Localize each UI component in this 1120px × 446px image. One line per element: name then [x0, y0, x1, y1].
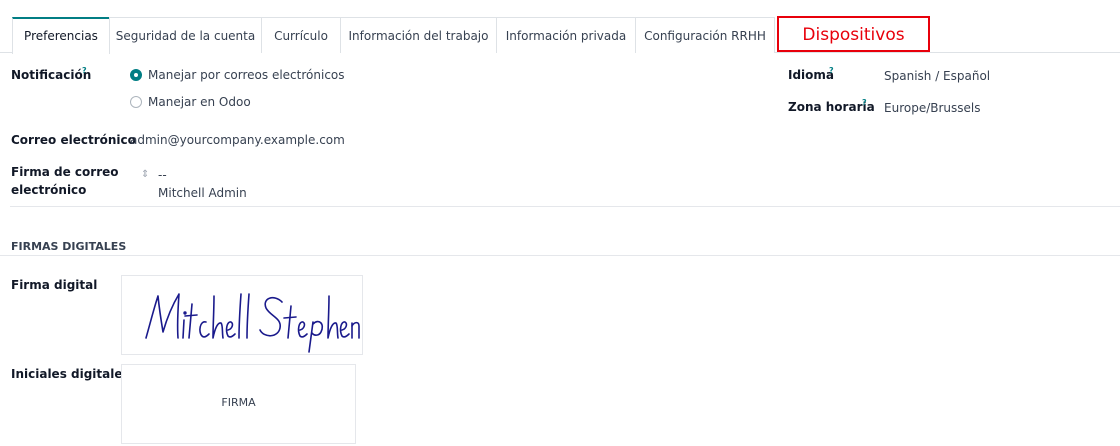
- language-value[interactable]: Spanish / Español: [884, 67, 990, 85]
- signature-label-line2: electrónico: [11, 183, 87, 197]
- signature-dashes[interactable]: --: [158, 166, 167, 184]
- digital-initials-field[interactable]: FIRMA: [121, 364, 356, 444]
- initials-placeholder: FIRMA: [221, 396, 256, 409]
- notification-option-odoo[interactable]: Manejar en Odoo: [148, 93, 251, 111]
- email-label: Correo electrónico: [11, 133, 136, 147]
- radio-email-selected[interactable]: [130, 69, 142, 81]
- separator: [10, 206, 1120, 207]
- signature-label-line1: Firma de correo: [11, 165, 119, 179]
- tab-seguridad-cuenta[interactable]: Seguridad de la cuenta: [109, 17, 262, 53]
- timezone-help-icon[interactable]: ?: [862, 98, 867, 107]
- tab-dispositivos[interactable]: Dispositivos: [777, 16, 930, 52]
- notification-label: Notificación: [11, 68, 92, 82]
- notification-help-icon[interactable]: ?: [82, 66, 87, 75]
- drag-handle-icon[interactable]: ⇕: [141, 170, 149, 180]
- digital-signature-field[interactable]: [121, 275, 363, 355]
- radio-odoo[interactable]: [130, 96, 142, 108]
- language-help-icon[interactable]: ?: [829, 66, 834, 75]
- timezone-value[interactable]: Europe/Brussels: [884, 99, 981, 117]
- handwritten-signature-image: [145, 293, 360, 353]
- email-value: admin@yourcompany.example.com: [130, 133, 345, 147]
- notification-option-email[interactable]: Manejar por correos electrónicos: [148, 66, 345, 84]
- tab-preferencias[interactable]: Preferencias: [12, 17, 110, 54]
- notebook-tabs: Preferencias Seguridad de la cuenta Curr…: [0, 0, 1120, 54]
- section-title-firmas-digitales: FIRMAS DIGITALES: [11, 240, 127, 253]
- digital-signature-label: Firma digital: [11, 278, 98, 292]
- tab-informacion-trabajo[interactable]: Información del trabajo: [340, 17, 497, 53]
- tab-informacion-privada[interactable]: Información privada: [496, 17, 636, 53]
- digital-initials-label: Iniciales digitales: [11, 367, 130, 381]
- tab-configuracion-rrhh[interactable]: Configuración RRHH: [635, 17, 775, 53]
- section-separator: [0, 255, 1120, 256]
- language-label: Idioma: [788, 68, 835, 82]
- signature-name[interactable]: Mitchell Admin: [158, 184, 247, 202]
- tab-curriculo[interactable]: Currículo: [261, 17, 341, 53]
